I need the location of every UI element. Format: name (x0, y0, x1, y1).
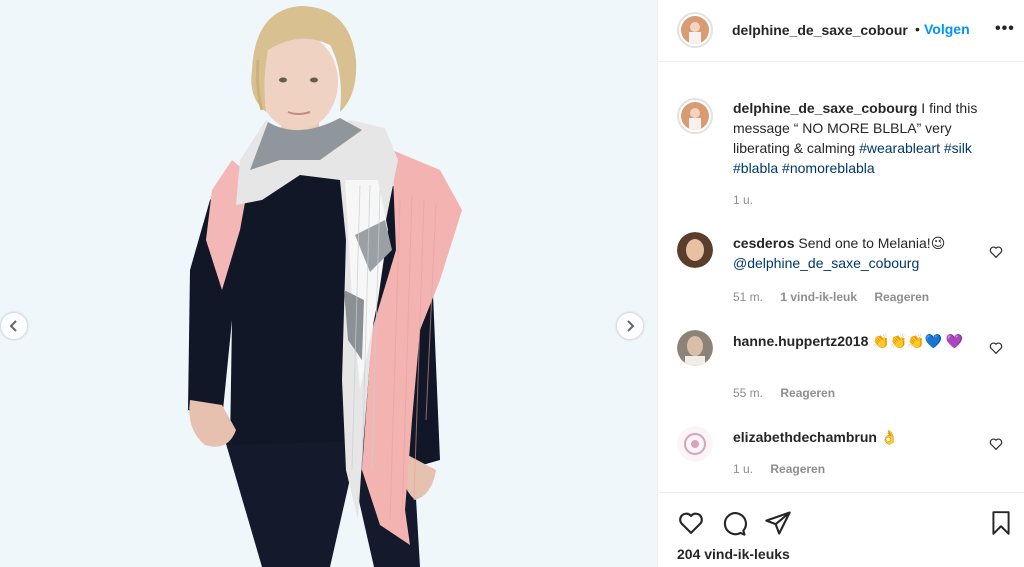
commenter-avatar[interactable] (677, 426, 713, 462)
bookmark-icon[interactable] (988, 509, 1014, 537)
hashtag-link[interactable]: #wearableart (859, 140, 940, 156)
comment-like-heart-icon[interactable] (989, 341, 1003, 355)
hashtag-link[interactable]: #silk (944, 140, 972, 156)
comment-meta: 55 m. Reageren (733, 386, 849, 400)
comment-text: cesderos Send one to Melania!😉 @delphine… (733, 233, 983, 273)
comment-timestamp[interactable]: 51 m. (733, 290, 763, 304)
previous-photo-button[interactable] (0, 312, 28, 340)
reply-button[interactable]: Reageren (780, 386, 835, 400)
comments-list[interactable]: delphine_de_saxe_cobourg I find this mes… (658, 62, 1024, 492)
comment-body: 👌 (880, 429, 899, 445)
caption-timestamp[interactable]: 1 u. (733, 193, 753, 207)
post-side-panel: delphine_de_saxe_cobour • Volgen ••• del… (657, 0, 1024, 567)
comment-username[interactable]: hanne.huppertz2018 (733, 333, 868, 349)
comment-timestamp[interactable]: 55 m. (733, 386, 763, 400)
woman-wearing-scarf-image (188, 6, 462, 567)
chevron-left-icon (9, 320, 17, 332)
comment-likes-count[interactable]: 1 vind-ik-leuk (780, 290, 857, 304)
hashtag-link[interactable]: #blabla (733, 160, 778, 176)
heart-icon[interactable] (677, 509, 705, 537)
comment-body: 👏👏👏💙 💜 (872, 333, 964, 349)
commenter-avatar[interactable] (677, 232, 713, 268)
comment-text: hanne.huppertz2018 👏👏👏💙 💜 (733, 331, 983, 351)
author-avatar[interactable] (677, 12, 713, 48)
follow-button[interactable]: Volgen (924, 21, 970, 37)
caption-username[interactable]: delphine_de_saxe_cobourg (733, 100, 917, 116)
likes-count[interactable]: 204 vind-ik-leuks (677, 546, 790, 562)
post-header: delphine_de_saxe_cobour • Volgen ••• (658, 0, 1024, 62)
reply-button[interactable]: Reageren (874, 290, 929, 304)
paper-plane-icon[interactable] (764, 509, 792, 537)
comment-text: elizabethdechambrun 👌 (733, 427, 983, 447)
comment-timestamp[interactable]: 1 u. (733, 462, 753, 476)
author-username[interactable]: delphine_de_saxe_cobour (732, 22, 910, 38)
commenter-avatar[interactable] (677, 330, 713, 366)
post-photo[interactable] (0, 0, 657, 567)
next-photo-button[interactable] (616, 312, 644, 340)
mention-link[interactable]: @delphine_de_saxe_cobourg (733, 255, 919, 271)
comment-username[interactable]: elizabethdechambrun (733, 429, 877, 445)
hashtag-link[interactable]: #nomoreblabla (782, 160, 875, 176)
caption-meta: 1 u. (733, 193, 767, 207)
post-actions-bar: 204 vind-ik-leuks (658, 492, 1024, 567)
comment-like-heart-icon[interactable] (989, 437, 1003, 451)
header-separator: • (915, 21, 920, 37)
comment-icon[interactable] (720, 509, 748, 537)
comment-like-heart-icon[interactable] (989, 245, 1003, 259)
comment-body: Send one to Melania!😉 (798, 235, 946, 251)
caption-author-avatar[interactable] (677, 98, 713, 134)
comment-meta: 1 u. Reageren (733, 462, 839, 476)
comment-meta: 51 m. 1 vind-ik-leuk Reageren (733, 290, 943, 304)
more-options-button[interactable]: ••• (995, 20, 1015, 38)
reply-button[interactable]: Reageren (770, 462, 825, 476)
comment-username[interactable]: cesderos (733, 235, 794, 251)
chevron-right-icon (627, 320, 635, 332)
caption-text: delphine_de_saxe_cobourg I find this mes… (733, 98, 983, 178)
